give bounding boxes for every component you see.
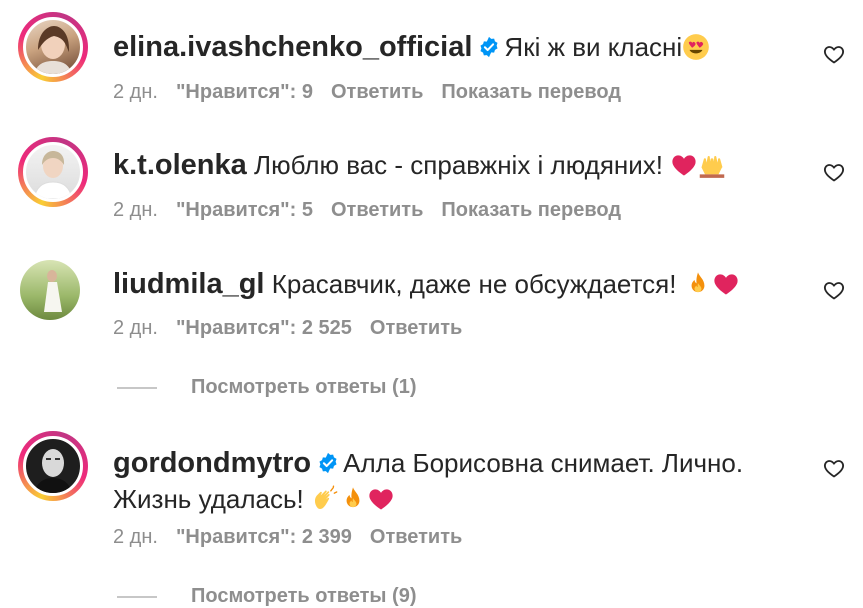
replies-divider (117, 595, 157, 598)
red-heart-emoji-icon (712, 270, 740, 298)
like-heart-icon[interactable] (822, 456, 846, 480)
comment-text-line2: Жизнь удалась! (113, 484, 304, 514)
comment-username[interactable]: gordondmytro (113, 447, 311, 479)
like-heart-icon[interactable] (822, 278, 846, 302)
replies-divider (117, 386, 157, 389)
reply-button[interactable]: Ответить (331, 81, 423, 103)
avatar[interactable] (23, 436, 83, 496)
avatar-story-ring[interactable] (18, 431, 88, 501)
comment-text: Люблю вас - справжніх і людяних! (254, 150, 664, 180)
reply-button[interactable]: Ответить (370, 317, 462, 339)
comment-likes[interactable]: "Нравится": 5 (176, 199, 313, 221)
view-replies-button[interactable]: Посмотреть ответы (1) (117, 376, 417, 399)
view-replies-button[interactable]: Посмотреть ответы (9) (117, 585, 417, 608)
view-replies-label: Посмотреть ответы (9) (191, 585, 417, 607)
comment-username[interactable]: k.t.olenka (113, 149, 247, 181)
comment-meta: 2 дн. "Нравится": 2 525 Ответить (113, 317, 480, 340)
comment-meta: 2 дн. "Нравится": 2 399 Ответить (113, 526, 480, 549)
clapping-hands-emoji-icon (311, 485, 339, 513)
avatar-story-ring[interactable] (18, 12, 88, 82)
verified-badge-icon (478, 36, 500, 58)
raised-hands-emoji-icon (698, 151, 726, 179)
comment-body: elina.ivashchenko_official Які ж ви класн… (113, 29, 753, 65)
verified-badge-icon (317, 452, 339, 474)
fire-emoji-icon (339, 485, 367, 513)
comment-time[interactable]: 2 дн. (113, 81, 158, 103)
show-translation-button[interactable]: Показать перевод (441, 81, 621, 103)
comment-meta: 2 дн. "Нравится": 9 Ответить Показать перев… (113, 81, 639, 104)
avatar-photo-icon (34, 449, 72, 493)
comment-likes[interactable]: "Нравится": 9 (176, 81, 313, 103)
comment-text: Красавчик, даже не обсуждается! (271, 269, 677, 299)
comment-likes[interactable]: "Нравится": 2 525 (176, 317, 352, 339)
reply-button[interactable]: Ответить (370, 526, 462, 548)
comment-body: liudmila_gl Красавчик, даже не обсуждает… (113, 266, 753, 302)
avatar-story-ring[interactable] (18, 137, 88, 207)
avatar[interactable] (23, 17, 83, 77)
comment-meta: 2 дн. "Нравится": 5 Ответить Показать перев… (113, 199, 639, 222)
comment-likes[interactable]: "Нравится": 2 399 (176, 526, 352, 548)
red-heart-emoji-icon (670, 151, 698, 179)
avatar[interactable] (20, 260, 80, 320)
comment-username[interactable]: elina.ivashchenko_official (113, 31, 472, 63)
comment-time[interactable]: 2 дн. (113, 199, 158, 221)
comment-text: Які ж ви класні (504, 32, 683, 62)
avatar-photo-icon (44, 270, 62, 312)
comment-time[interactable]: 2 дн. (113, 317, 158, 339)
like-heart-icon[interactable] (822, 160, 846, 184)
avatar-photo-icon (33, 151, 73, 199)
like-heart-icon[interactable] (822, 42, 846, 66)
avatar[interactable] (23, 142, 83, 202)
comment-body: gordondmytro Алла Борисовна снимает. Личн… (113, 445, 753, 517)
fire-emoji-icon (684, 270, 712, 298)
heart-eyes-emoji-icon (682, 33, 710, 61)
comment-body: k.t.olenka Люблю вас - справжніх і людян… (113, 147, 753, 183)
comment-text: Алла Борисовна снимает. Лично. (343, 448, 744, 478)
reply-button[interactable]: Ответить (331, 199, 423, 221)
red-heart-emoji-icon (367, 485, 395, 513)
avatar-ring[interactable] (18, 258, 88, 328)
show-translation-button[interactable]: Показать перевод (441, 199, 621, 221)
comment-username[interactable]: liudmila_gl (113, 268, 264, 300)
view-replies-label: Посмотреть ответы (1) (191, 376, 417, 398)
comment-time[interactable]: 2 дн. (113, 526, 158, 548)
avatar-photo-icon (34, 26, 72, 74)
